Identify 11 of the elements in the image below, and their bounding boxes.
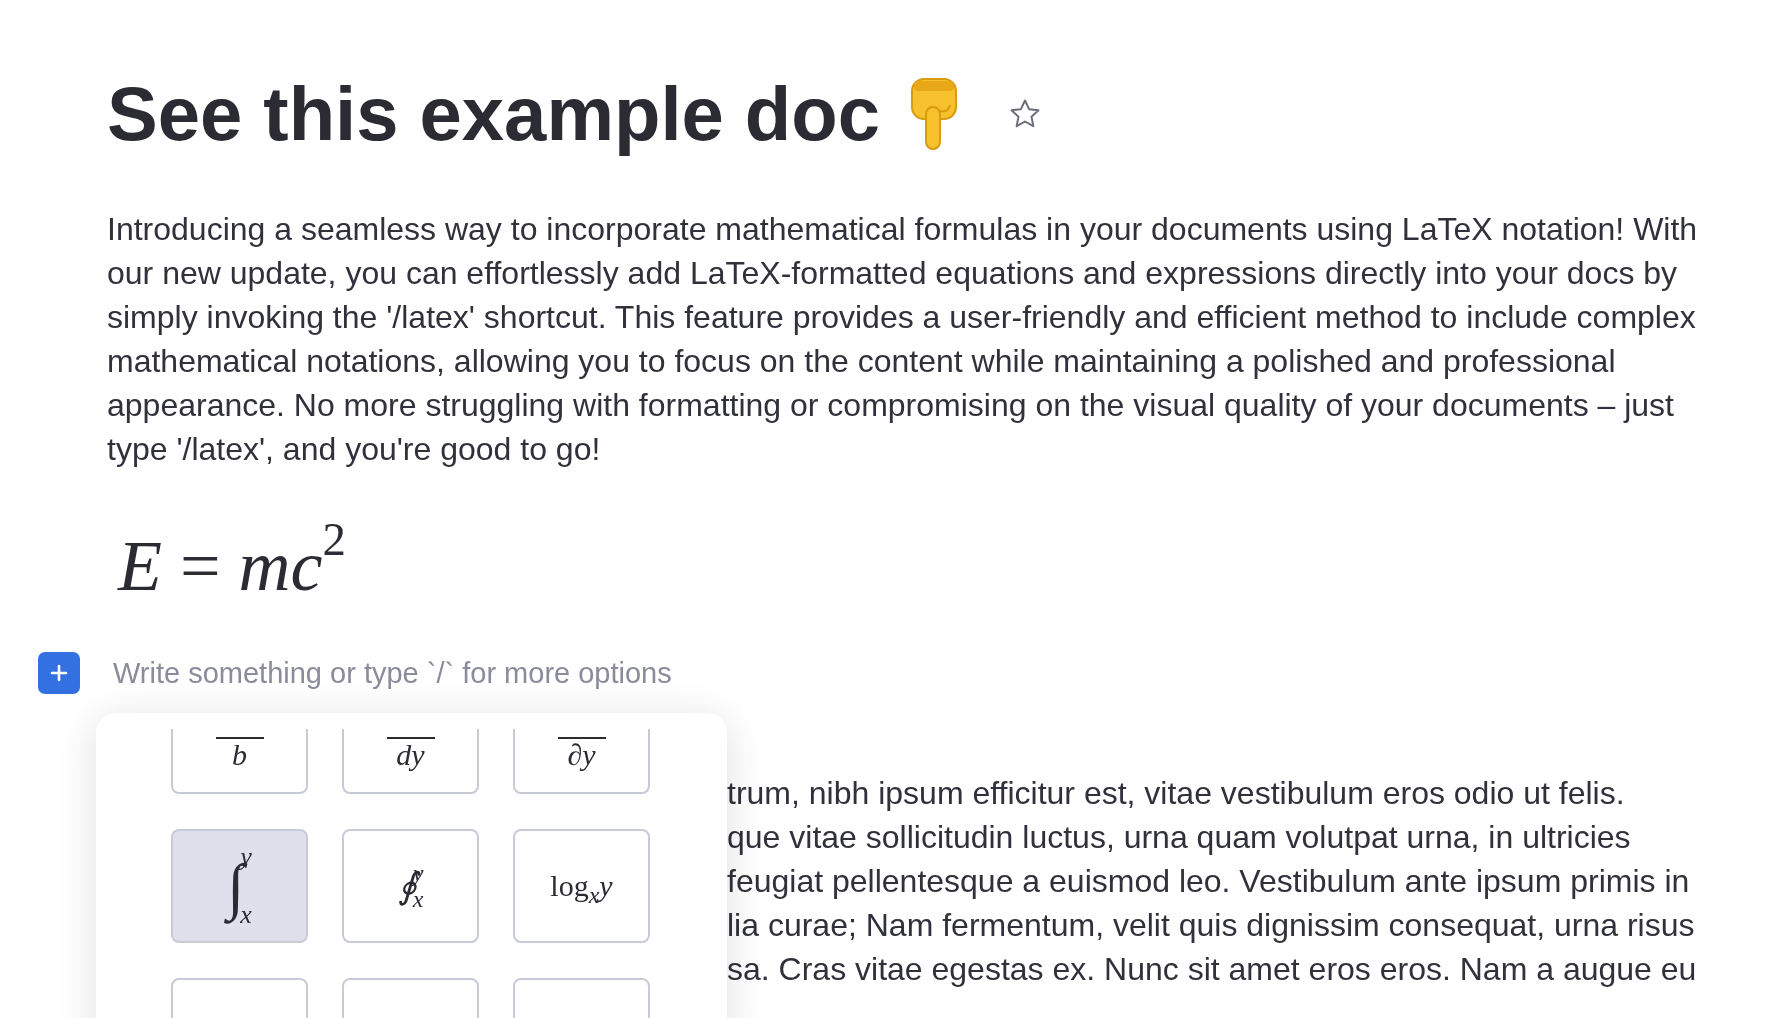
formula-tile[interactable]: dy bbox=[342, 729, 479, 794]
formula-tile[interactable]: b bbox=[171, 729, 308, 794]
formula-tile[interactable]: ∂y bbox=[513, 729, 650, 794]
intro-paragraph: Introducing a seamless way to incorporate mathematical formulas in your documents using LaTeX notation! With our new update, you can effortlessly add LaTeX-formatted equations and expressions directly into your docs by simply invoking the '/latex' shortcut. This feature provides a user-friendly and efficient method to include complex mathematical notations, allowing you to focus on the content while maintaining a polished and professional appearance. No more struggling with formatting or compromising on the visual quality of your documents – just type '/latex', and you're good to go! bbox=[107, 210, 1699, 469]
editor-input[interactable]: Write something or type `/` for more options bbox=[113, 656, 1013, 690]
body-paragraph: trum, nibh ipsum efficitur est, vitae vestibulum eros odio ut felis. que vitae sollicitudin luctus, urna quam volutpat urna, in ultricies feugiat pellentesque a euismod leo. Vestibulum ante ipsum primis in lia curae; Nam fermentum, velit quis dignissim consequat, urna risus sa. Cras vitae egestas ex. Nunc sit amet eros eros. Nam a augue eu bbox=[727, 774, 1697, 989]
add-block-button[interactable] bbox=[38, 652, 80, 694]
formula-tile[interactable]: log$_{x}$y bbox=[513, 829, 650, 943]
plus-icon bbox=[50, 664, 68, 682]
page-title: See this example doc bbox=[107, 70, 880, 158]
math-formula: E = mc$^{2}$ bbox=[118, 511, 346, 608]
